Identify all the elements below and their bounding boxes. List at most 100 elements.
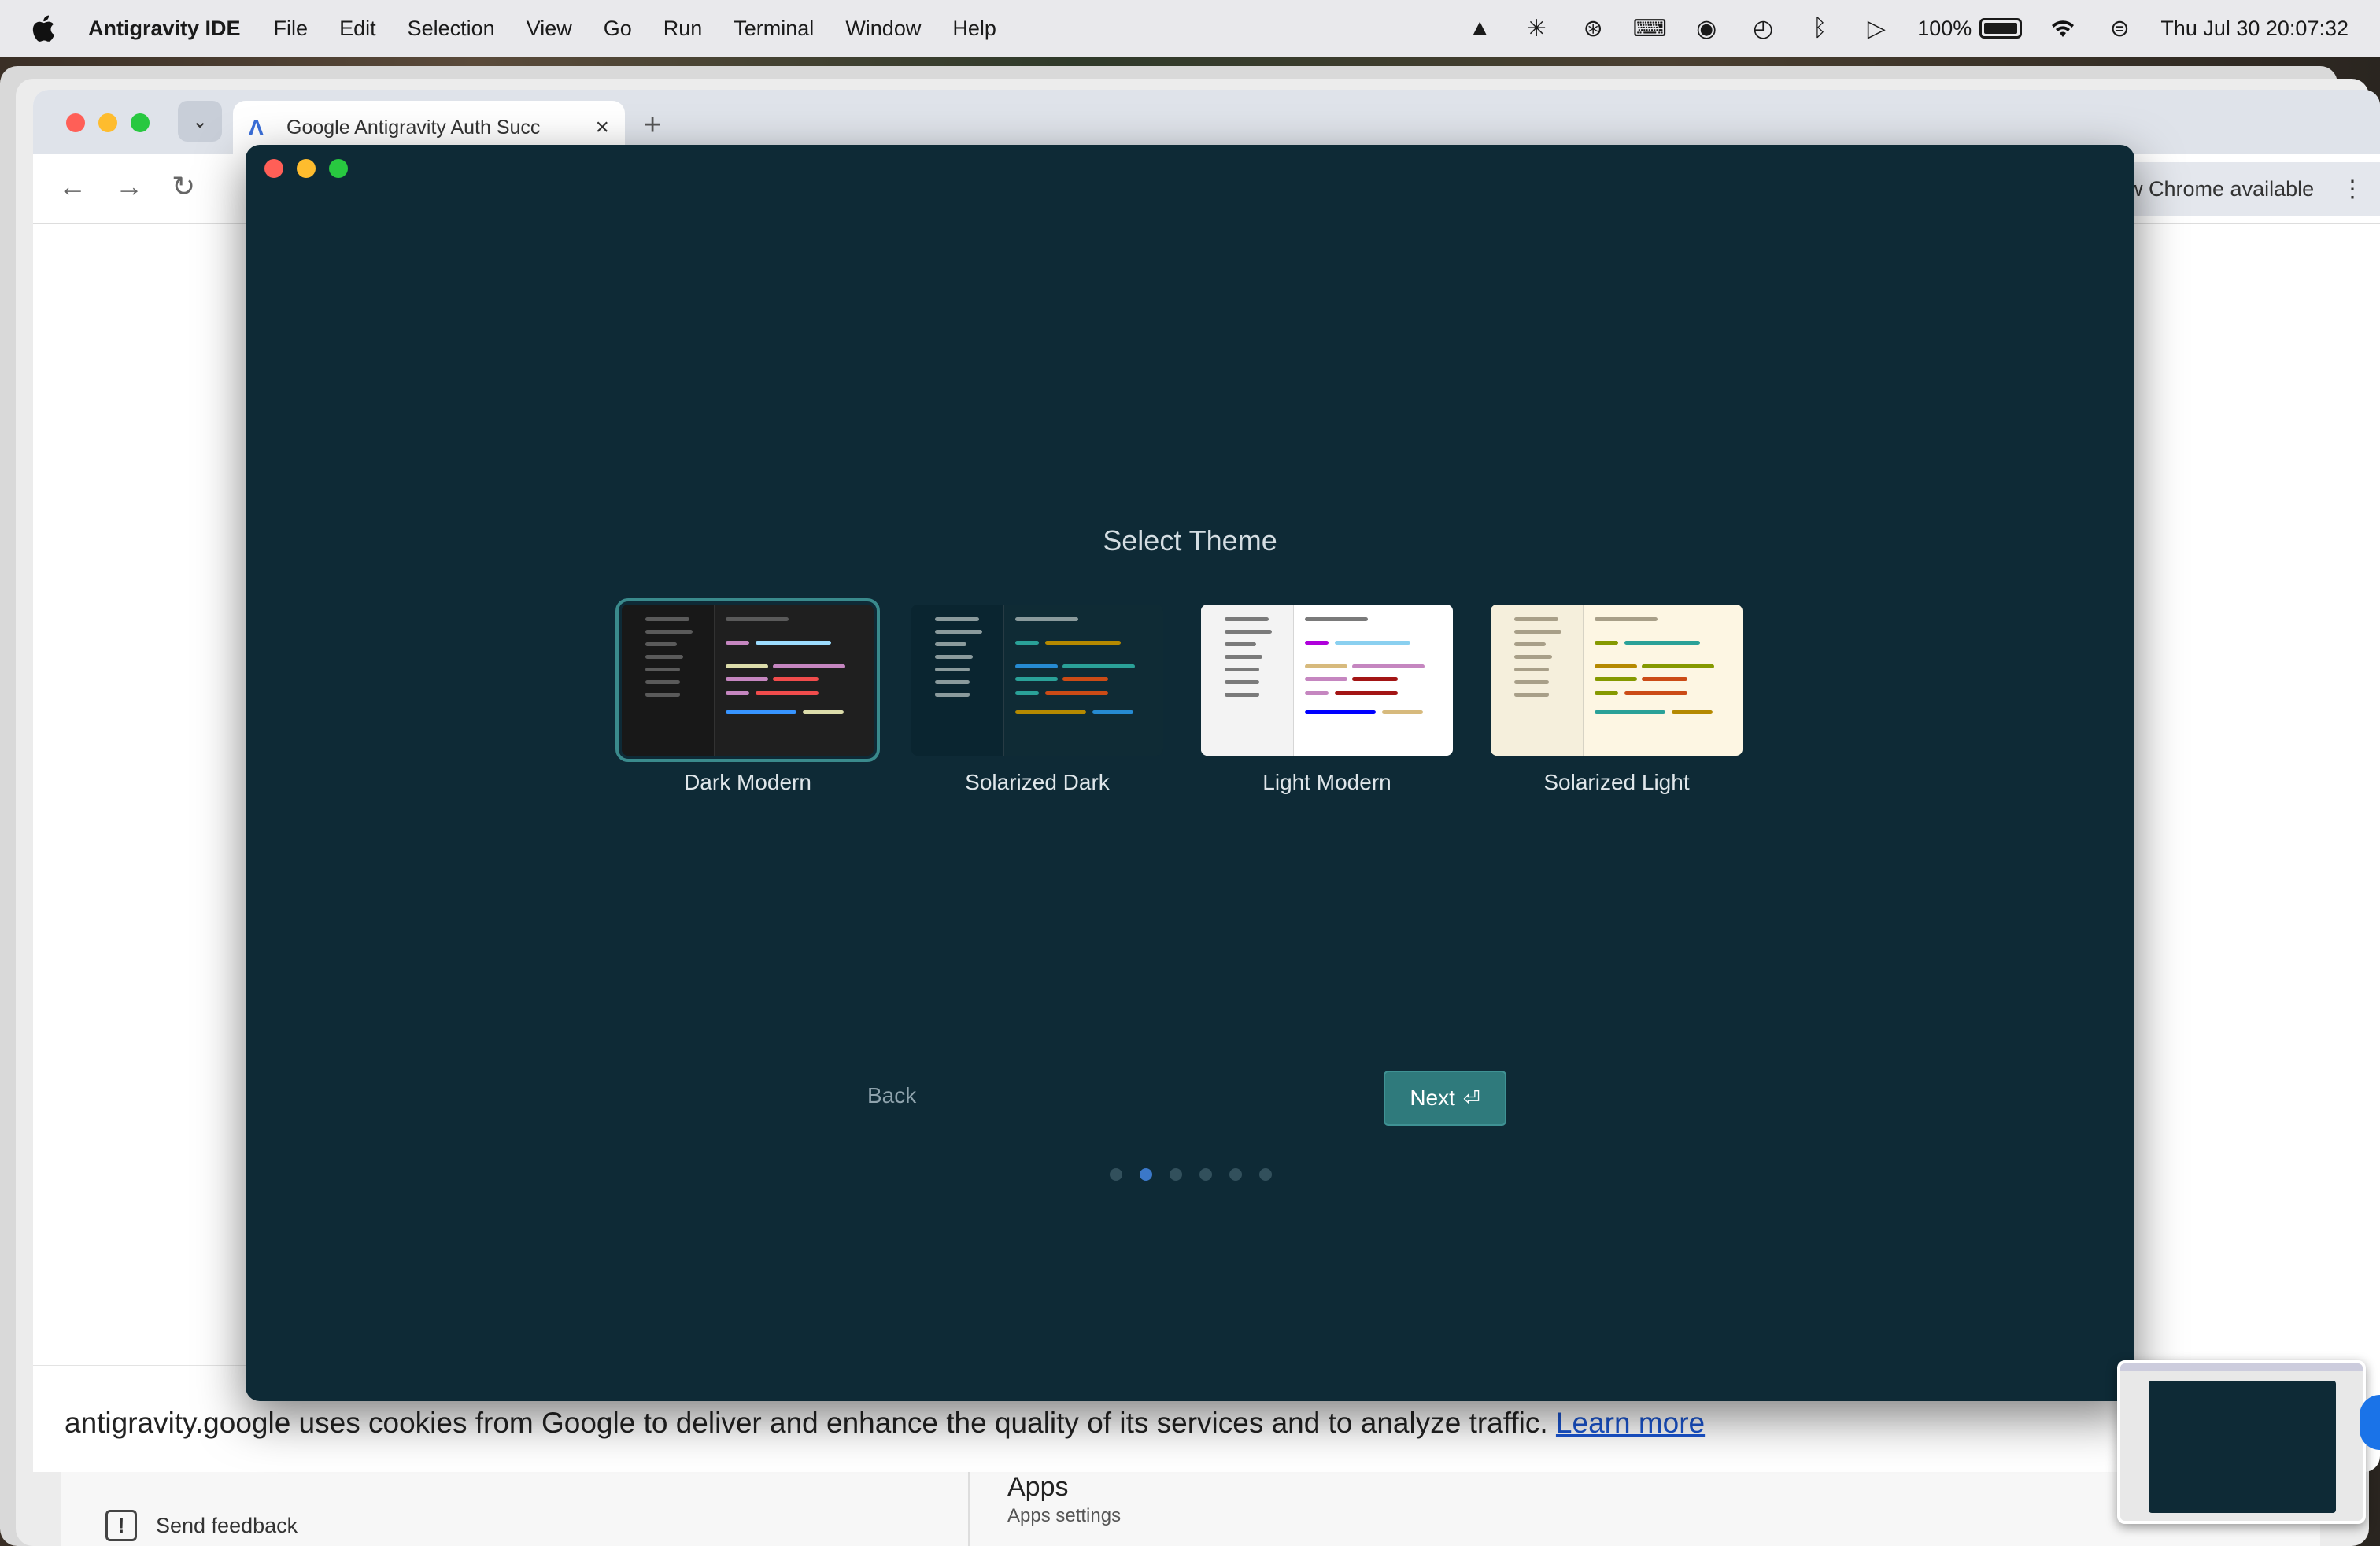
preview-code-line [1015, 641, 1039, 645]
preview-line [1514, 617, 1558, 621]
preview-line [1225, 617, 1269, 621]
zoom-window-button[interactable] [329, 159, 348, 178]
close-tab-icon[interactable]: × [595, 114, 609, 141]
sparkle-icon[interactable]: ✳ [1521, 14, 1552, 43]
preview-line [1514, 693, 1549, 697]
menu-selection[interactable]: Selection [408, 17, 495, 41]
theme-preview [615, 598, 880, 762]
close-window-button[interactable] [66, 113, 85, 132]
close-window-button[interactable] [264, 159, 283, 178]
battery-percent: 100% [1917, 16, 1972, 40]
preview-line [1225, 642, 1256, 646]
theme-option-dark-modern[interactable]: Dark Modern [615, 598, 880, 795]
preview-code-line [1672, 710, 1713, 714]
next-label: Next [1410, 1086, 1455, 1110]
bluetooth-icon[interactable]: ᛒ [1804, 14, 1835, 43]
preview-code-line [773, 664, 845, 668]
battery-indicator[interactable]: 100% [1917, 16, 2023, 41]
window-controls [66, 113, 150, 132]
preview-line [935, 630, 982, 634]
step-dot [1199, 1168, 1212, 1181]
tab-title: Google Antigravity Auth Succ [286, 116, 541, 139]
theme-option-solarized-light[interactable]: Solarized Light [1491, 605, 1743, 795]
back-button[interactable]: Back [867, 1083, 916, 1108]
preview-line [1225, 668, 1259, 671]
preview-code-line [1624, 691, 1687, 695]
menu-terminal[interactable]: Terminal [734, 17, 814, 41]
tab-search-button[interactable]: ⌄ [178, 101, 222, 142]
app-name[interactable]: Antigravity IDE [88, 17, 241, 41]
menu-help[interactable]: Help [952, 17, 996, 41]
preview-code-line [1015, 664, 1058, 668]
theme-options: Dark Modern Solarized Dark Light Modern … [615, 598, 1758, 809]
vlc-icon[interactable]: ▲ [1464, 14, 1495, 43]
preview-line [645, 642, 677, 646]
preview-code-line [1595, 664, 1637, 668]
antigravity-favicon-icon: Λ [249, 115, 264, 139]
cookie-text: antigravity.google uses cookies from Goo… [65, 1407, 1556, 1439]
apps-title[interactable]: Apps [1007, 1472, 1069, 1503]
step-indicator [1110, 1168, 1272, 1181]
ide-onboarding-window: Select Theme Dark Modern Solarized Dark … [246, 145, 2134, 1401]
chrome-update-button[interactable]: ew Chrome available ⋮ [2097, 162, 2380, 216]
battery-icon [1979, 18, 2023, 39]
minimize-window-button[interactable] [98, 113, 117, 132]
keyboard-icon[interactable]: ⌨ [1633, 14, 1667, 43]
thumbnail-bar [2120, 1363, 2363, 1371]
preview-line [935, 668, 970, 671]
theme-preview [911, 605, 1163, 756]
preview-code-line [1305, 641, 1329, 645]
preview-code-line [756, 691, 819, 695]
wifi-icon[interactable] [2047, 14, 2079, 43]
preview-line [1015, 617, 1078, 621]
preview-code-line [1015, 677, 1058, 681]
preview-code-line [1382, 710, 1423, 714]
preview-code-line [1595, 677, 1637, 681]
next-button[interactable]: Next ⏎ [1384, 1071, 1506, 1126]
preview-code-line [756, 641, 831, 645]
theme-option-solarized-dark[interactable]: Solarized Dark [911, 605, 1163, 795]
new-tab-button[interactable]: + [644, 109, 661, 142]
menu-run[interactable]: Run [663, 17, 703, 41]
preview-line [645, 655, 683, 659]
preview-line [935, 693, 970, 697]
preview-code-line [1045, 641, 1121, 645]
preview-code-line [1015, 710, 1086, 714]
menu-go[interactable]: Go [604, 17, 632, 41]
time-machine-icon[interactable]: ◴ [1747, 14, 1779, 43]
theme-option-light-modern[interactable]: Light Modern [1201, 605, 1453, 795]
back-arrow-icon[interactable]: ← [58, 170, 87, 203]
menu-file[interactable]: File [274, 17, 309, 41]
enter-key-icon: ⏎ [1462, 1086, 1480, 1110]
learn-more-link[interactable]: Learn more [1556, 1407, 1705, 1439]
thumbnail-preview [2149, 1381, 2336, 1513]
kebab-menu-icon[interactable]: ⋮ [2341, 176, 2364, 203]
menu-edit[interactable]: Edit [339, 17, 376, 41]
chevron-down-icon: ⌄ [191, 110, 209, 132]
send-feedback-item[interactable]: ! Send feedback [105, 1510, 298, 1541]
openai-icon[interactable]: ⊛ [1577, 14, 1609, 43]
preview-code-line [1305, 710, 1376, 714]
apple-icon[interactable] [31, 14, 57, 43]
clock[interactable]: Thu Jul 30 20:07:32 [2160, 17, 2349, 41]
play-icon[interactable]: ▷ [1861, 14, 1892, 43]
update-text: ew Chrome available [2116, 176, 2315, 201]
preview-code-line [1642, 664, 1714, 668]
screenshot-thumbnail[interactable] [2117, 1360, 2366, 1524]
preview-code-line [726, 691, 749, 695]
control-center-icon[interactable]: ⊜ [2104, 14, 2135, 43]
theme-preview [1491, 605, 1743, 756]
minimize-window-button[interactable] [297, 159, 316, 178]
preview-line [1514, 668, 1549, 671]
menu-view[interactable]: View [527, 17, 572, 41]
reload-icon[interactable]: ↻ [172, 170, 195, 203]
menu-window[interactable]: Window [845, 17, 921, 41]
step-dot [1110, 1168, 1122, 1181]
zoom-window-button[interactable] [131, 113, 150, 132]
step-dot [1170, 1168, 1182, 1181]
preview-line [1225, 680, 1259, 684]
preview-code-line [726, 710, 796, 714]
sync-icon[interactable]: ◉ [1691, 14, 1722, 43]
preview-line [645, 693, 680, 697]
forward-arrow-icon[interactable]: → [115, 170, 143, 203]
